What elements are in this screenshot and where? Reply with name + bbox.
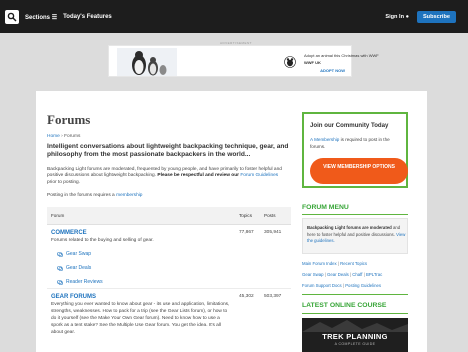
page-title: Forums [47,112,91,127]
breadcrumb: Home › Forums [47,134,80,139]
subforum-reader-reviews[interactable]: Reader Reviews [57,279,103,285]
view-membership-button[interactable]: VIEW MEMBERSHIP OPTIONS [310,158,408,184]
sign-in-label: Sign In [385,14,404,20]
main-forum-index-link[interactable]: Main Forum Index [302,261,337,266]
sections-label: Sections [25,14,51,21]
forum-link-commerce[interactable]: COMMERCE [51,230,87,236]
table-row: COMMERCE 77,867 305,941 Forums related t… [47,225,291,289]
top-nav-bar: Sections ☰ Today's Features Sign In ● Su… [0,0,468,33]
header-topics: Topics [239,213,253,218]
forum-menu-box: Backpacking Light forums are moderated a… [302,218,408,254]
divider [302,294,408,295]
forum-links-row: Forum Support Docs | Posting Guidelines [302,283,382,288]
desc-bold: Please be respectful and review our [157,173,239,179]
forum-description: Forums related to the buying and selling… [51,238,154,243]
divider [302,313,408,314]
ad-brand: WWF UK [304,60,321,65]
forum-table: Forum Topics Posts COMMERCE 77,867 305,9… [47,207,291,352]
posts-count: 503,397 [264,294,282,299]
bpltrac-link[interactable]: BPLTrac [366,272,382,277]
chat-icon [57,279,63,285]
membership-text-link[interactable]: A Membership [310,137,339,142]
forum-support-docs-link[interactable]: Forum Support Docs [302,283,342,288]
todays-features-link[interactable]: Today's Features [63,14,112,20]
page-container: Forums Home › Forums Intelligent convers… [36,91,427,352]
req-text: Posting in the forums requires a [47,193,115,198]
forum-guidelines-link[interactable]: Forum Guidelines [240,173,278,178]
posting-guidelines-link[interactable]: Posting Guidelines [345,283,381,288]
subforum-gear-swap[interactable]: Gear Swap [57,251,91,257]
forum-menu-text: Backpacking Light forums are moderated a… [307,225,406,245]
forum-description: Everything you ever wanted to know about… [51,302,230,335]
ad-copy: Adopt an animal this Christmas with WWF [304,53,379,58]
user-icon: ● [405,14,409,20]
subforum-label: Reader Reviews [66,279,103,285]
course-banner[interactable]: TREK PLANNING A COMPLETE GUIDE [302,318,408,352]
forum-links-row: Gear Swap | Gear Deals | Chaff | BPLTrac [302,272,383,277]
divider [302,214,408,215]
topics-count: 45,302 [239,294,254,299]
sections-menu[interactable]: Sections ☰ [25,14,57,21]
adopt-now-button[interactable]: ADOPT NOW [320,68,345,73]
membership-requirement: Posting in the forums requires a members… [47,193,142,198]
latest-course-heading: LATEST ONLINE COURSE [302,302,387,309]
penguin-image [117,48,177,76]
membership-link[interactable]: membership [116,193,142,198]
ad-banner[interactable]: Adopt an animal this Christmas with WWF … [108,45,379,77]
course-title: TREK PLANNING [322,332,388,341]
subscribe-button[interactable]: Subscribe [416,11,456,23]
chat-icon [57,251,63,257]
join-community-box: Join our Community Today A Membership is… [302,112,408,188]
forums-lead: Intelligent conversations about lightwei… [47,143,289,159]
forum-menu-heading: FORUM MENU [302,204,349,211]
recent-topics-link[interactable]: Recent Topics [340,261,367,266]
wwf-logo-icon [284,56,296,68]
hamburger-icon: ☰ [51,14,58,21]
gear-swap-link[interactable]: Gear Swap [302,272,324,277]
forum-menu-bold: Backpacking Light forums are moderated [307,225,392,230]
community-text: A Membership is required to post in the … [310,136,406,150]
breadcrumb-current: Forums [64,134,81,139]
posts-count: 305,941 [264,230,282,235]
community-heading: Join our Community Today [310,122,389,129]
breadcrumb-separator: › [61,134,63,139]
topics-count: 77,867 [239,230,254,235]
course-subtitle: A COMPLETE GUIDE [334,342,376,346]
table-row: GEAR FORUMS 45,302 503,397 Everything yo… [47,289,291,352]
gear-deals-link[interactable]: Gear Deals [327,272,349,277]
subforum-label: Gear Deals [66,265,92,271]
mountain-graphic [302,320,408,332]
header-posts: Posts [264,213,276,218]
header-forum: Forum [51,213,65,218]
table-header: Forum Topics Posts [47,207,291,225]
subforum-gear-deals[interactable]: Gear Deals [57,265,91,271]
forum-link-gear-forums[interactable]: GEAR FORUMS [51,294,96,300]
desc-end: prior to posting. [47,179,81,185]
search-icon[interactable] [5,10,19,24]
sign-in-link[interactable]: Sign In ● [385,14,409,20]
chat-icon [57,265,63,271]
forums-description: Backpacking Light forums are moderated, … [47,167,289,186]
forum-links-row: Main Forum Index | Recent Topics [302,261,368,266]
subforum-label: Gear Swap [66,251,92,257]
breadcrumb-home[interactable]: Home [47,134,60,139]
chaff-link[interactable]: Chaff [352,272,362,277]
